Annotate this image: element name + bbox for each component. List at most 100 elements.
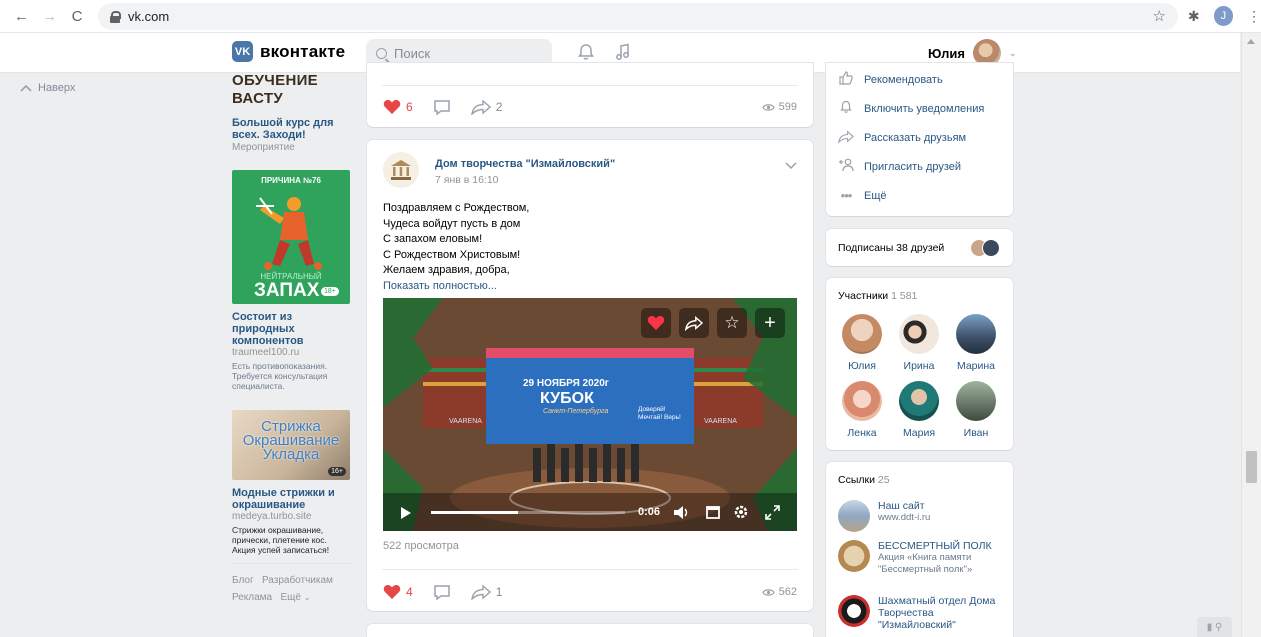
share-count: 1 [495,585,503,599]
video-like-button[interactable] [641,308,671,338]
comment-icon [433,100,450,115]
community-avatar[interactable] [383,152,419,188]
ad-banner-big: ЗАПАХ [254,280,320,301]
show-more-link[interactable]: Показать полностью... [383,279,529,295]
video-player[interactable]: 29 НОЯБРЯ 2020г КУБОК Санкт-Петербурга Д… [383,298,797,531]
link-thumbnail [838,540,870,572]
video-progress-bar[interactable] [431,511,625,514]
menu-label: Ещё [864,189,887,202]
post-card: Дом творчества "Измайловский" 7 янв в 16… [367,140,813,611]
like-button[interactable]: 6 [383,99,413,115]
back-arrow-icon[interactable]: ← [14,8,29,25]
share-icon [470,584,491,600]
scroll-to-top-link[interactable]: Наверх [20,82,75,94]
vk-logo[interactable]: VK вконтакте [232,41,345,62]
members-header[interactable]: Участники 1 581 [838,290,917,302]
link-title[interactable]: Шахматный отдел Дома Творчества "Измайло… [878,595,1003,631]
link-item[interactable]: Наш сайт www.ddt-i.ru [838,500,1003,532]
link-title[interactable]: Наш сайт [878,500,930,512]
ad-title[interactable]: Состоит из природных компонентов [232,311,352,347]
ad-description: Есть противопоказания. Требуется консуль… [232,361,328,391]
people-online-icon[interactable]: ▮ ⚲ [1197,617,1232,637]
post-author[interactable]: Дом творчества "Измайловский" [435,158,615,170]
more-actions-button[interactable]: ••• Ещё [826,181,1013,210]
ad-item[interactable]: Стрижка Окрашивание Укладка 16+ Модные с… [232,410,352,555]
footer-link-blog[interactable]: Блог [232,575,254,586]
page-scrollbar[interactable] [1241,33,1261,637]
links-header[interactable]: Ссылки 25 [838,474,890,486]
forward-arrow-icon[interactable]: → [42,8,57,25]
ad-title[interactable]: Модные стрижки и окрашивание [232,487,352,511]
member-item[interactable]: Юлия [837,314,887,372]
bookmark-star-icon[interactable]: ☆ [1152,7,1165,25]
browser-menu-icon[interactable]: ⋮ [1247,8,1261,25]
member-item[interactable]: Иван [951,381,1001,439]
member-item[interactable]: Ирина [894,314,944,372]
tell-friends-button[interactable]: Рассказать друзьям [826,123,1013,152]
video-time: 0:06 [638,506,661,518]
ad-description: Стрижки окрашивание, прически, плетение … [232,525,330,555]
dots-icon: ••• [840,188,853,203]
age-badge: 16+ [328,467,346,476]
ad-image[interactable]: Стрижка Окрашивание Укладка 16+ [232,410,350,480]
chevron-up-icon [20,84,32,92]
footer-link-more[interactable]: Ещё [280,592,300,603]
notifications-bell-icon[interactable] [575,41,597,63]
footer-link-ads[interactable]: Реклама [232,592,272,603]
scroll-up-arrow-icon[interactable] [1247,39,1255,44]
play-icon[interactable] [400,506,412,520]
video-share-button[interactable] [679,308,709,338]
url-text: vk.com [128,8,170,24]
ad-image[interactable]: ПРИЧИНА №76 НЕЙТРАЛЬНЫЙ ЗАПАХ 18+ [232,170,350,304]
post-card [367,624,813,637]
extensions-puzzle-icon[interactable]: ✱ [1188,8,1200,25]
music-note-icon[interactable] [612,41,634,63]
members-title: Участники [838,290,889,302]
comment-button[interactable] [433,584,451,600]
search-input[interactable] [394,45,544,61]
plus-icon[interactable]: + [755,308,785,338]
members-count: 1 581 [891,290,918,302]
ad-item[interactable]: ОБУЧЕНИЕ ВАСТУ Большой курс для всех. За… [232,72,352,153]
scrollbar-thumb[interactable] [1246,451,1257,483]
settings-gear-icon[interactable] [733,504,749,520]
share-button[interactable]: 1 [470,584,503,600]
ad-title[interactable]: Большой курс для всех. Заходи! [232,117,352,141]
friends-subscribed-card[interactable]: Подписаны 38 друзей [826,229,1013,266]
member-name: Иван [963,427,989,439]
volume-icon[interactable] [673,505,691,520]
member-item[interactable]: Марина [951,314,1001,372]
views-counter: 599 [761,101,797,113]
profile-avatar[interactable]: J [1213,6,1233,26]
bell-icon [838,100,854,117]
member-item[interactable]: Мария [894,381,944,439]
recommend-button[interactable]: Рекомендовать [826,65,1013,94]
like-button[interactable]: 4 [383,584,413,600]
invite-friends-button[interactable]: Пригласить друзей [826,152,1013,181]
chevron-down-icon[interactable] [785,162,797,170]
footer-link-devs[interactable]: Разработчикам [262,575,333,586]
comment-icon [433,585,450,600]
address-bar[interactable]: vk.com ☆ [98,2,1178,30]
link-item[interactable]: БЕССМЕРТНЫЙ ПОЛК Акция «Книга памяти "Бе… [838,540,1003,576]
share-button[interactable]: 2 [470,99,502,115]
star-icon[interactable]: ☆ [717,308,747,338]
member-item[interactable]: Ленка [837,381,887,439]
ad-item[interactable]: ПРИЧИНА №76 НЕЙТРАЛЬНЫЙ ЗАПАХ 18+ Состои… [232,170,352,391]
ads-column: ОБУЧЕНИЕ ВАСТУ Большой курс для всех. За… [232,72,352,606]
scroll-to-top-label: Наверх [38,82,76,94]
mini-player-icon[interactable] [706,506,720,519]
menu-label: Пригласить друзей [864,160,962,173]
video-views: 522 просмотра [383,540,459,552]
reload-icon[interactable]: C [70,8,84,25]
member-name: Марина [956,360,996,372]
post-date[interactable]: 7 янв в 16:10 [435,174,499,186]
ad-subtitle: Мероприятие [232,142,295,153]
comment-button[interactable] [433,99,451,115]
building-logo-icon [391,160,411,180]
link-title[interactable]: БЕССМЕРТНЫЙ ПОЛК [878,540,1003,552]
fullscreen-icon[interactable] [765,505,780,520]
ad-banner-top: ПРИЧИНА №76 [261,176,321,185]
link-item[interactable]: Шахматный отдел Дома Творчества "Измайло… [838,595,1003,631]
notifications-toggle-button[interactable]: Включить уведомления [826,94,1013,123]
